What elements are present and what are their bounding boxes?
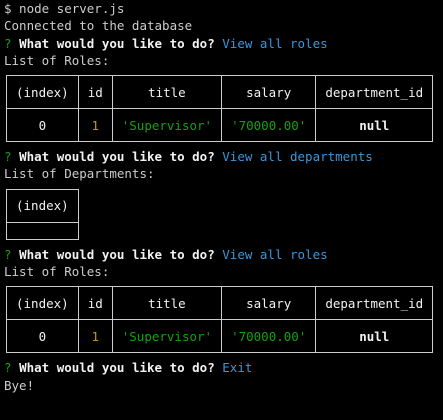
column-header: id: [77, 75, 113, 110]
roles-table: (index) id title salary department_id 0 …: [6, 286, 434, 354]
table-cell: 1: [77, 108, 113, 143]
table-cell: 0: [6, 319, 79, 354]
table-row: [6, 221, 79, 240]
table-row: 0 1 'Supervisor' '70000.00' null: [6, 319, 434, 354]
column-header: (index): [6, 188, 79, 223]
command-line: $ node server.js: [4, 1, 125, 16]
prompt-line-2: ? What would you like to do? View all de…: [4, 148, 443, 165]
column-header: title: [111, 75, 223, 110]
terminal-window[interactable]: $ node server.js Connected to the databa…: [0, 0, 443, 420]
table-cell: 1: [77, 319, 113, 354]
connection-message: Connected to the database: [4, 18, 193, 34]
table-cell: 'Supervisor': [111, 108, 223, 143]
prompt-text: What would you like to do?: [19, 149, 215, 165]
prompt-line-1: ? What would you like to do? View all ro…: [4, 35, 443, 52]
prompt-answer: View all roles: [222, 35, 328, 51]
question-mark: ?: [4, 149, 12, 165]
table-cell: null: [315, 108, 434, 143]
table-cell: '70000.00': [221, 108, 317, 143]
prompt-answer: View all departments: [222, 149, 373, 165]
column-header: department_id: [315, 75, 434, 110]
list-label: List of Roles:: [4, 264, 110, 280]
table-cell: 0: [6, 108, 79, 143]
prompt-text: What would you like to do?: [19, 35, 215, 51]
table-header-row: (index): [6, 188, 79, 223]
column-header: department_id: [315, 286, 434, 321]
question-mark: ?: [4, 35, 12, 51]
column-header: title: [111, 286, 223, 321]
list-label: List of Roles:: [4, 52, 110, 68]
column-header: (index): [6, 75, 79, 110]
table-header-row: (index) id title salary department_id: [6, 75, 434, 110]
column-header: salary: [221, 286, 317, 321]
column-header: (index): [6, 286, 79, 321]
bye-message: Bye!: [4, 377, 35, 393]
table-cell: 'Supervisor': [111, 319, 223, 354]
prompt-line-3: ? What would you like to do? View all ro…: [4, 246, 443, 263]
prompt-answer: View all roles: [222, 246, 328, 262]
question-mark: ?: [4, 246, 12, 262]
prompt-text: What would you like to do?: [19, 246, 215, 262]
table-cell: null: [315, 319, 434, 354]
prompt-text: What would you like to do?: [19, 360, 215, 376]
departments-table: (index): [6, 188, 79, 240]
question-mark: ?: [4, 360, 12, 376]
prompt-answer: Exit: [222, 360, 253, 376]
table-cell: '70000.00': [221, 319, 317, 354]
column-header: salary: [221, 75, 317, 110]
table-row: 0 1 'Supervisor' '70000.00' null: [6, 108, 434, 143]
table-header-row: (index) id title salary department_id: [6, 286, 434, 321]
prompt-line-4: ? What would you like to do? Exit: [4, 359, 443, 376]
table-cell: [6, 221, 79, 240]
column-header: id: [77, 286, 113, 321]
roles-table: (index) id title salary department_id 0 …: [6, 75, 434, 143]
list-label: List of Departments:: [4, 166, 155, 182]
